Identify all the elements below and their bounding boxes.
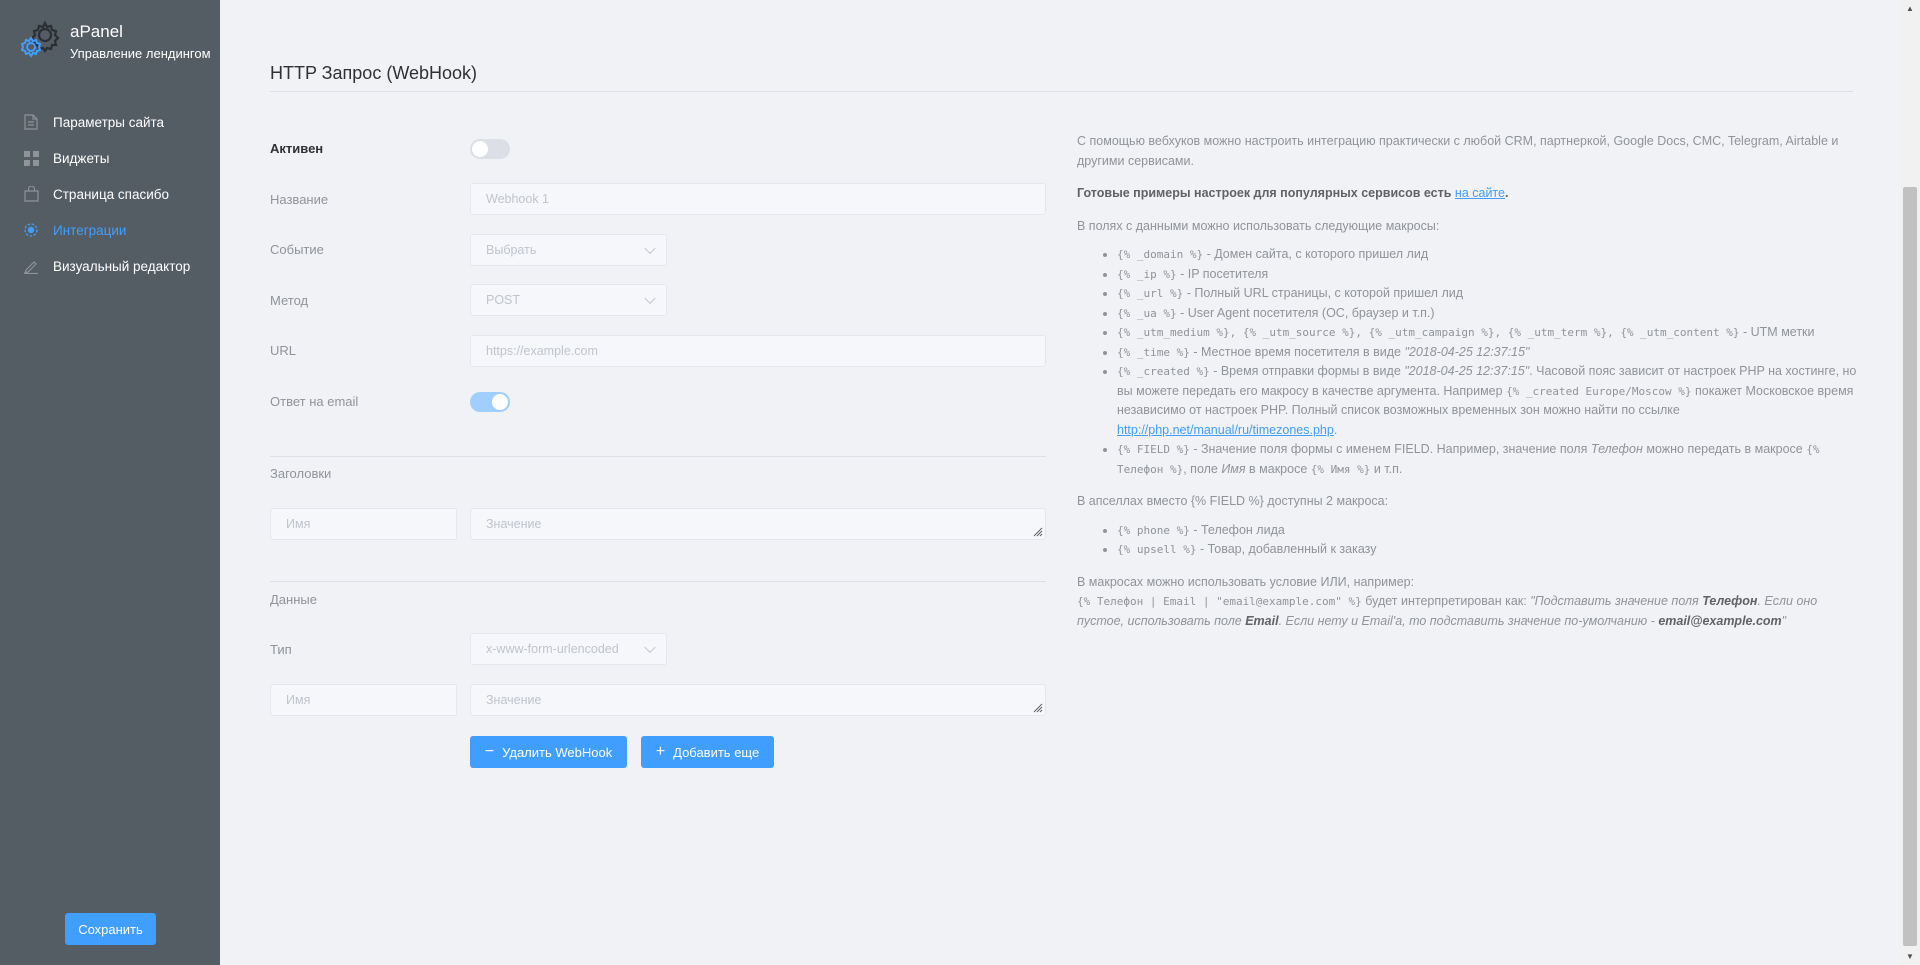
sidebar-item-label: Интеграции (53, 222, 127, 238)
switch-knob (492, 394, 508, 410)
data-value-textarea[interactable]: Значение (470, 684, 1046, 716)
vertical-scrollbar[interactable]: ▲ ▼ (1900, 0, 1920, 965)
sidebar-item-visual-editor[interactable]: Визуальный редактор (0, 248, 220, 284)
sidebar-item-site-params[interactable]: Параметры сайта (0, 104, 220, 140)
timezones-link[interactable]: http://php.net/manual/ru/timezones.php (1117, 423, 1334, 437)
sidebar-item-label: Визуальный редактор (53, 258, 191, 274)
bag-icon (22, 185, 40, 203)
event-select[interactable]: Выбрать (470, 234, 667, 266)
header-name-input[interactable]: Имя (270, 508, 457, 540)
gear-icon (20, 20, 60, 58)
active-label: Активен (270, 141, 324, 156)
resize-handle-icon[interactable] (1031, 701, 1043, 713)
add-more-label: Добавить еще (673, 744, 760, 760)
data-name-input[interactable]: Имя (270, 684, 457, 716)
brand: aPanel Управление лендингом (18, 18, 218, 64)
add-more-button[interactable]: + Добавить еще (641, 736, 774, 768)
header-name-placeholder: Имя (286, 517, 311, 531)
email-response-switch[interactable] (470, 392, 510, 412)
list-item: {% phone %} - Телефон лида (1117, 521, 1857, 541)
email-response-label: Ответ на email (270, 394, 359, 409)
edit-icon (22, 257, 40, 275)
list-item: {% _url %} - Полный URL страницы, с кото… (1117, 284, 1857, 304)
help-examples-text: Готовые примеры настроек для популярных … (1077, 186, 1452, 200)
help-or-condition: В макросах можно использовать условие ИЛ… (1077, 574, 1818, 628)
section-divider (270, 581, 1046, 582)
name-input[interactable]: Webhook 1 (470, 183, 1046, 215)
switch-knob (472, 141, 488, 157)
scroll-up-icon[interactable]: ▲ (1900, 0, 1920, 17)
grid-icon (22, 149, 40, 167)
page-title: HTTP Запрос (WebHook) (270, 63, 478, 83)
brand-subtitle: Управление лендингом (70, 46, 211, 61)
method-select-value: POST (486, 293, 521, 307)
delete-webhook-label: Удалить WebHook (502, 744, 613, 760)
upsell-macros-list: {% phone %} - Телефон лида {% upsell %} … (1117, 521, 1857, 560)
list-item: {% _time %} - Местное время посетителя в… (1117, 343, 1857, 363)
sidebar-item-widgets[interactable]: Виджеты (0, 140, 220, 176)
help-macros-intro: В полях с данными можно использовать сле… (1077, 218, 1440, 233)
help-examples: Готовые примеры настроек для популярных … (1077, 186, 1509, 200)
sidebar-item-integrations[interactable]: Интеграции (0, 212, 220, 248)
name-input-placeholder: Webhook 1 (486, 192, 550, 206)
url-input-placeholder: https://example.com (486, 344, 598, 358)
sidebar-item-label: Параметры сайта (53, 114, 165, 130)
data-label: Данные (270, 592, 317, 607)
list-item: {% FIELD %} - Значение поля формы с имен… (1117, 440, 1857, 479)
headers-label: Заголовки (270, 466, 332, 481)
url-label: URL (270, 343, 297, 358)
list-item: {% upsell %} - Товар, добавленный к зака… (1117, 540, 1857, 560)
help-intro: С помощью вебхуков можно настроить интег… (1077, 134, 1839, 168)
scroll-thumb[interactable] (1903, 187, 1917, 946)
brand-title: aPanel (70, 22, 123, 41)
sidebar-item-label: Виджеты (53, 150, 110, 166)
minus-icon: − (484, 743, 495, 760)
method-label: Метод (270, 293, 309, 308)
plus-icon: + (655, 743, 666, 760)
chevron-down-icon (644, 292, 656, 305)
list-item: {% _domain %} - Домен сайта, с которого … (1117, 245, 1857, 265)
name-label: Название (270, 192, 329, 207)
save-button[interactable]: Сохранить (65, 913, 156, 945)
method-select[interactable]: POST (470, 284, 667, 316)
help-examples-link[interactable]: на сайте (1455, 186, 1505, 200)
type-select-value: x-www-form-urlencoded (486, 642, 619, 656)
list-item: {% _utm_medium %}, {% _utm_source %}, {%… (1117, 323, 1857, 343)
header-value-placeholder: Значение (486, 517, 542, 531)
resize-handle-icon[interactable] (1031, 525, 1043, 537)
sidebar-item-label: Страница спасибо (53, 186, 170, 202)
data-value-placeholder: Значение (486, 693, 542, 707)
integrations-icon (22, 221, 40, 239)
macros-list: {% _domain %} - Домен сайта, с которого … (1117, 245, 1857, 479)
active-switch[interactable] (470, 139, 510, 159)
scroll-down-icon[interactable]: ▼ (1900, 948, 1920, 965)
main-content: HTTP Запрос (WebHook) Активен Название W… (220, 0, 1900, 965)
section-divider (270, 456, 1046, 457)
type-label: Тип (270, 642, 292, 657)
url-input[interactable]: https://example.com (470, 335, 1046, 367)
sidebar-item-thanks-page[interactable]: Страница спасибо (0, 176, 220, 212)
list-item: {% _created %} - Время отправки формы в … (1117, 362, 1857, 440)
title-divider (270, 91, 1853, 92)
type-select[interactable]: x-www-form-urlencoded (470, 633, 667, 665)
data-name-placeholder: Имя (286, 693, 311, 707)
header-value-textarea[interactable]: Значение (470, 508, 1046, 540)
sidebar: aPanel Управление лендингом Параметры са… (0, 0, 220, 965)
help-panel: С помощью вебхуков можно настроить интег… (1077, 132, 1857, 644)
chevron-down-icon (644, 641, 656, 654)
list-item: {% _ua %} - User Agent посетителя (ОС, б… (1117, 304, 1857, 324)
help-upsell-intro: В апселлах вместо {% FIELD %} доступны 2… (1077, 494, 1389, 508)
document-icon (22, 113, 40, 131)
list-item: {% _ip %} - IP посетителя (1117, 265, 1857, 285)
chevron-down-icon (644, 242, 656, 255)
event-select-placeholder: Выбрать (486, 243, 537, 257)
sidebar-menu: Параметры сайта Виджеты Страница спасибо… (0, 104, 220, 284)
event-label: Событие (270, 242, 324, 257)
delete-webhook-button[interactable]: − Удалить WebHook (470, 736, 627, 768)
